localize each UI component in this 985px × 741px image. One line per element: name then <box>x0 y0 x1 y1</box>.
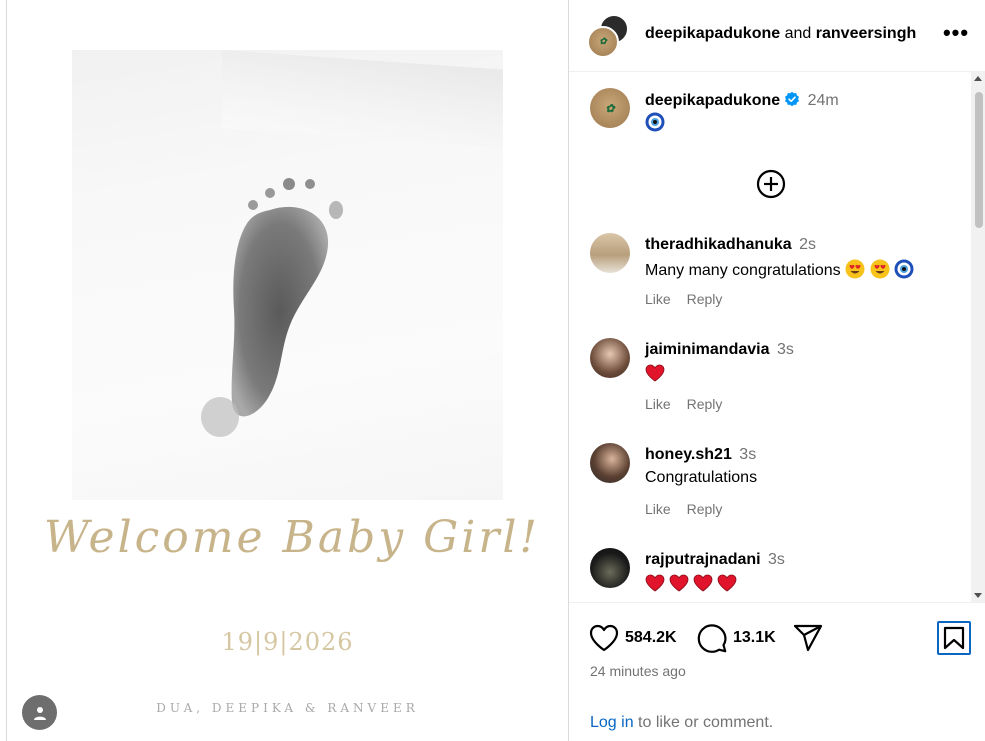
red-heart-emoji-icon <box>669 574 689 592</box>
comment-like-button[interactable]: Like <box>645 291 671 307</box>
avatar-logo-icon: ✿ <box>605 101 615 115</box>
more-options-button[interactable]: ••• <box>941 20 971 50</box>
caption-avatar[interactable]: ✿ <box>590 88 630 128</box>
comment-reply-button[interactable]: Reply <box>687 396 723 412</box>
footprint-image <box>201 178 343 437</box>
share-paper-plane-icon <box>793 624 823 652</box>
scroll-thumb[interactable] <box>975 92 983 228</box>
like-button[interactable]: 584.2K <box>589 623 677 653</box>
post-header: ✿ deepikapadukone and ranveersingh ••• <box>569 0 985 72</box>
share-button[interactable] <box>793 623 823 653</box>
footprint-photo <box>72 50 503 500</box>
comment-avatar[interactable] <box>590 443 630 483</box>
comment-header: theradhikadhanuka 2s <box>645 236 816 254</box>
comments-list: ✿ deepikapadukone 24m theradhikadhanuka … <box>569 72 985 602</box>
login-prompt: Log in to like or comment. <box>590 714 773 732</box>
nazar-icon <box>645 112 665 132</box>
comment-avatar[interactable] <box>590 233 630 273</box>
caption-username[interactable]: deepikapadukone <box>645 92 780 109</box>
comment-actions: Like Reply <box>645 291 722 307</box>
save-button[interactable] <box>937 621 971 655</box>
welcome-text: Welcome Baby Girl! <box>43 512 541 563</box>
comment-username[interactable]: rajputrajnadani <box>645 551 761 568</box>
header-user-ranveersingh[interactable]: ranveersingh <box>816 25 916 42</box>
login-link[interactable]: Log in <box>590 714 634 731</box>
comment-header: rajputrajnadani 3s <box>645 551 785 569</box>
comment-username[interactable]: theradhikadhanuka <box>645 236 792 253</box>
nazar-icon <box>894 259 914 279</box>
comment-count: 13.1K <box>733 629 776 646</box>
header-usernames: deepikapadukone and ranveersingh <box>645 25 916 43</box>
comment-time: 2s <box>799 236 817 253</box>
heart-eyes-emoji-icon <box>845 259 865 279</box>
header-user-deepikapadukone[interactable]: deepikapadukone <box>645 25 780 42</box>
login-prompt-text: to like or comment. <box>638 714 774 731</box>
add-circle-icon[interactable] <box>755 168 787 200</box>
comment-like-button[interactable]: Like <box>645 501 671 517</box>
comment-header: honey.sh21 3s <box>645 446 756 464</box>
family-names: DUA, DEEPIKA & RANVEER <box>156 701 419 715</box>
caption-text <box>645 112 665 137</box>
post-actions-bar: 584.2K 13.1K 24 minutes ago Log in to li… <box>569 602 985 741</box>
user-icon <box>33 706 46 720</box>
caption-header: deepikapadukone 24m <box>645 91 839 110</box>
post-media: Welcome Baby Girl! 19|9|2026 DUA, DEEPIK… <box>7 0 568 741</box>
comment-text: Many many congratulations <box>645 262 841 279</box>
posted-time: 24 minutes ago <box>590 663 686 679</box>
red-heart-emoji-icon <box>693 574 713 592</box>
comment-time: 3s <box>768 551 785 568</box>
red-heart-emoji-icon <box>645 574 665 592</box>
heart-outline-icon <box>589 624 619 652</box>
avatar-deepikapadukone[interactable]: ✿ <box>587 26 619 58</box>
comment-text-row <box>645 364 669 384</box>
collab-avatars[interactable]: ✿ <box>587 14 631 58</box>
comment-text-row: Many many congratulations <box>645 259 914 280</box>
red-heart-emoji-icon <box>645 364 665 382</box>
scroll-down-arrow-icon[interactable] <box>974 593 982 598</box>
comment-bubble-icon <box>697 624 727 653</box>
birth-date: 19|9|2026 <box>221 628 354 656</box>
comment-reply-button[interactable]: Reply <box>687 291 723 307</box>
scroll-up-arrow-icon[interactable] <box>974 76 982 81</box>
comment-like-button[interactable]: Like <box>645 396 671 412</box>
comment-time: 3s <box>739 446 757 463</box>
bookmark-icon <box>943 626 965 650</box>
heart-eyes-emoji-icon <box>870 259 890 279</box>
comment-text: Congratulations <box>645 469 758 486</box>
verified-badge-icon <box>785 91 800 107</box>
comment-avatar[interactable] <box>590 548 630 588</box>
comment-username[interactable]: honey.sh21 <box>645 446 732 463</box>
like-count: 584.2K <box>625 629 677 646</box>
comment-button[interactable]: 13.1K <box>697 623 776 653</box>
red-heart-emoji-icon <box>717 574 737 592</box>
comment-actions: Like Reply <box>645 396 722 412</box>
comment-username[interactable]: jaiminimandavia <box>645 341 770 358</box>
comment-time: 3s <box>776 341 794 358</box>
comments-scrollbar[interactable] <box>971 72 985 602</box>
post-panel: ✿ deepikapadukone and ranveersingh ••• ✿… <box>568 0 985 741</box>
avatar-logo-icon: ✿ <box>599 37 607 47</box>
caption-time: 24m <box>807 92 839 109</box>
comment-avatar[interactable] <box>590 338 630 378</box>
comment-actions: Like Reply <box>645 501 722 517</box>
comment-text-row <box>645 574 741 594</box>
header-joiner: and <box>784 25 812 42</box>
comment-reply-button[interactable]: Reply <box>687 501 723 517</box>
photo-paper-edge <box>222 50 503 148</box>
comment-header: jaiminimandavia 3s <box>645 341 794 359</box>
tagged-users-button[interactable] <box>22 695 57 730</box>
